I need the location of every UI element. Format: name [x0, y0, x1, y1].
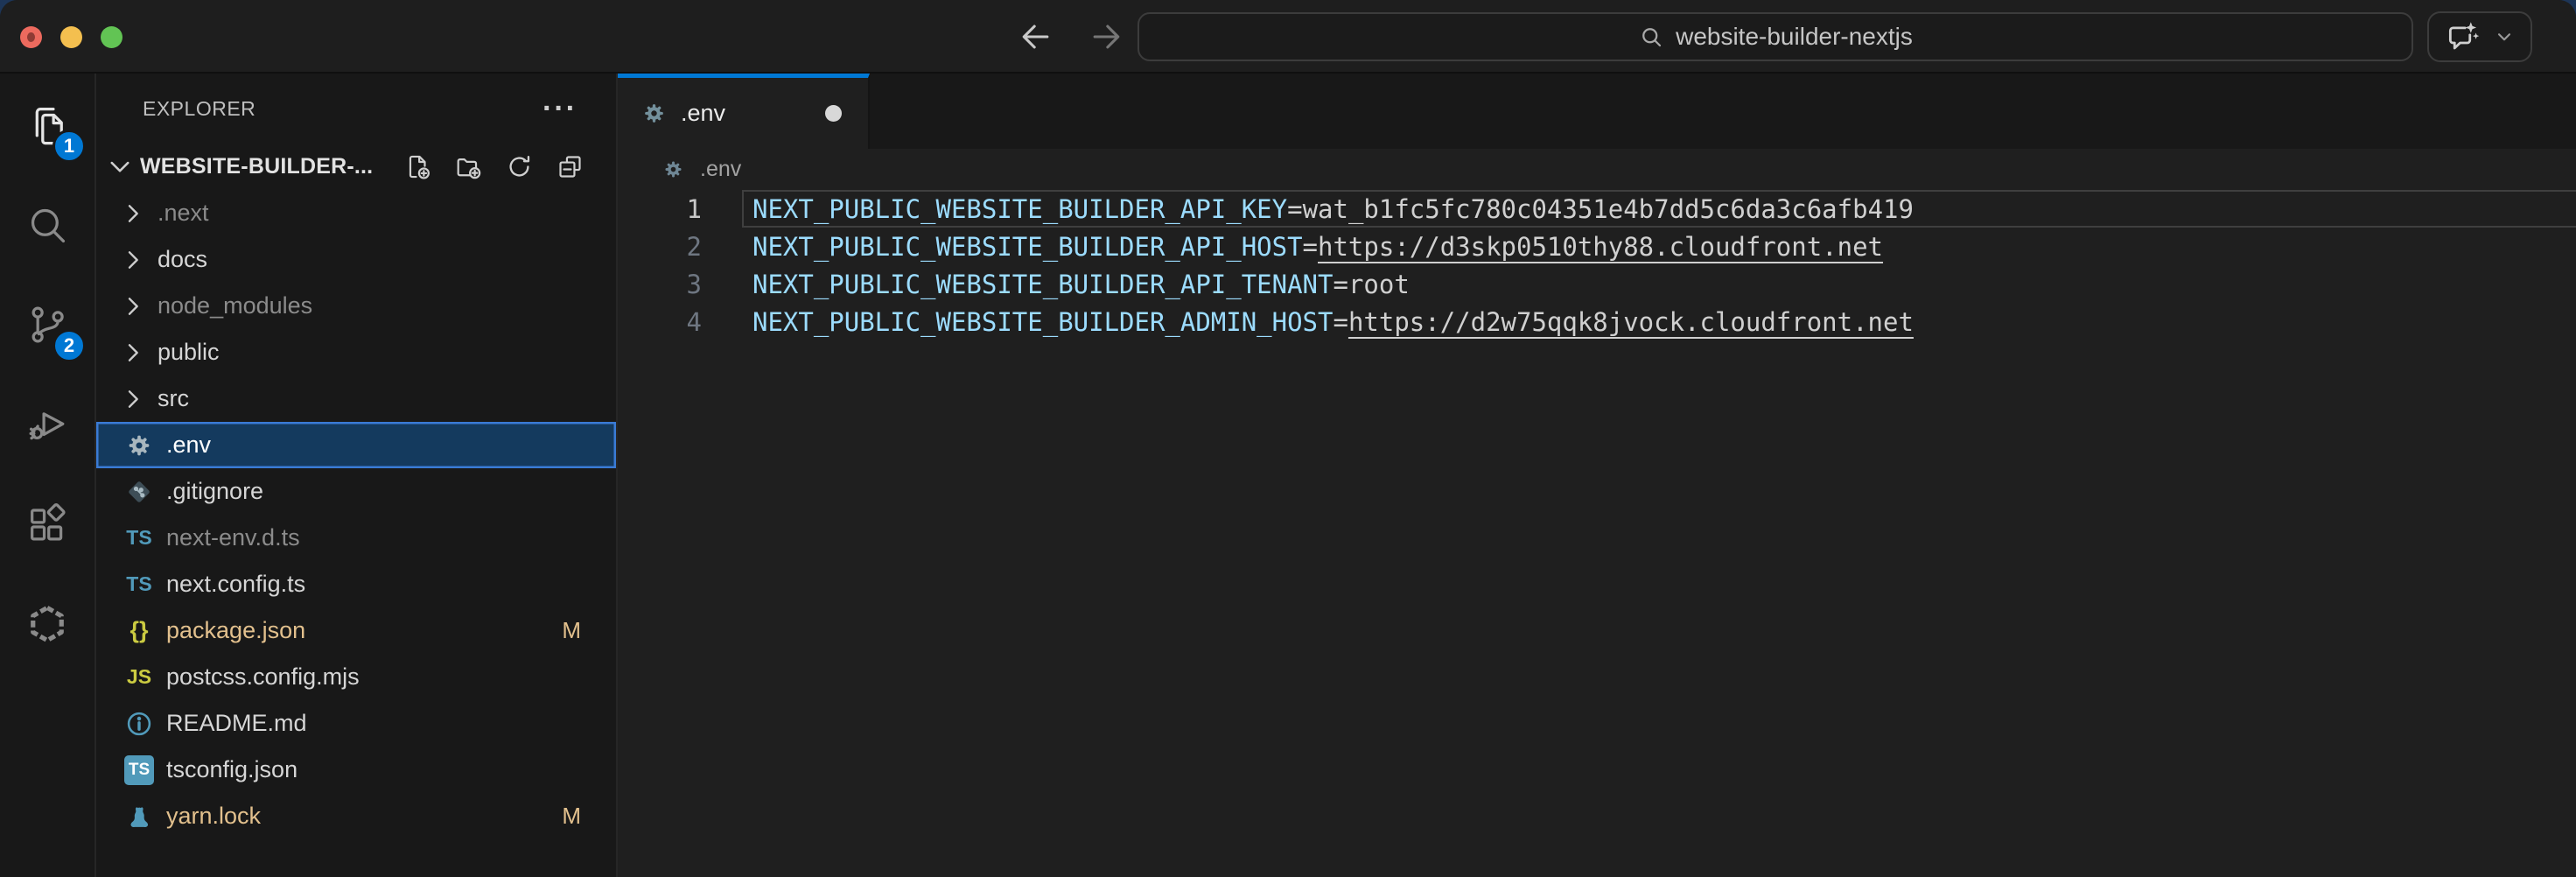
- tree-file-yarn-lock[interactable]: yarn.lock M: [96, 793, 616, 839]
- breadcrumb-item: .env: [700, 157, 741, 182]
- tree-folder-docs[interactable]: docs: [96, 236, 616, 283]
- copilot-menu-button[interactable]: [2427, 11, 2532, 62]
- collapse-all-icon[interactable]: [556, 152, 584, 181]
- debug-play-icon: [24, 402, 70, 447]
- minimize-button[interactable]: [60, 26, 82, 48]
- tree-file-readme-md[interactable]: README.md: [96, 700, 616, 747]
- activitybar-search[interactable]: [0, 175, 94, 275]
- search-input[interactable]: website-builder-nextjs: [1138, 12, 2413, 61]
- chevron-right-icon: [119, 339, 147, 367]
- git-modified-badge: M: [562, 617, 581, 644]
- magnifier-icon: [1638, 24, 1664, 50]
- refresh-icon[interactable]: [505, 152, 534, 181]
- close-button[interactable]: [20, 26, 42, 48]
- ts-square-icon: TS: [124, 755, 154, 785]
- tree-file-env[interactable]: .env: [96, 422, 616, 468]
- traffic-lights: [20, 0, 122, 74]
- more-actions-icon[interactable]: ···: [542, 100, 578, 117]
- explorer-sidebar: EXPLORER ··· WEBSITE-BUILDER-...: [96, 74, 618, 877]
- activitybar-extensions[interactable]: [0, 474, 94, 574]
- new-folder-icon[interactable]: [454, 152, 483, 181]
- search-icon: [24, 202, 70, 248]
- arrow-right-icon[interactable]: [1087, 18, 1125, 56]
- activitybar-hexagon-tool[interactable]: [0, 574, 94, 674]
- yarn-cat-icon: [124, 802, 154, 831]
- line-number: 3: [618, 265, 702, 303]
- code-editor[interactable]: 1 NEXT_PUBLIC_WEBSITE_BUILDER_API_KEY=wa…: [618, 190, 2576, 877]
- env-value: root: [1348, 270, 1410, 299]
- chevron-down-icon: [2493, 25, 2516, 48]
- git-diamond-icon: [124, 477, 154, 507]
- activitybar-run-debug[interactable]: [0, 375, 94, 474]
- workspace-section-header[interactable]: WEBSITE-BUILDER-...: [96, 144, 616, 190]
- code-line[interactable]: 3 NEXT_PUBLIC_WEBSITE_BUILDER_API_TENANT…: [618, 265, 2576, 303]
- explorer-badge: 1: [52, 130, 86, 163]
- activitybar-source-control[interactable]: 2: [0, 275, 94, 375]
- copilot-chat-icon: [2444, 18, 2481, 55]
- gear-icon: [662, 158, 685, 181]
- maximize-button[interactable]: [101, 26, 122, 48]
- line-number: 1: [618, 190, 702, 228]
- env-value-link[interactable]: https://d3skp0510thy88.cloudfront.net: [1318, 232, 1883, 262]
- new-file-icon[interactable]: [403, 152, 432, 181]
- chevron-down-icon: [105, 152, 135, 182]
- tree-folder-node-modules[interactable]: node_modules: [96, 283, 616, 329]
- tab-bar: .env: [618, 74, 2576, 149]
- breadcrumb[interactable]: .env: [618, 149, 2576, 190]
- chevron-right-icon: [119, 200, 147, 228]
- gear-icon: [124, 431, 154, 460]
- ts-letters-icon: TS: [126, 572, 151, 596]
- code-line[interactable]: 4 NEXT_PUBLIC_WEBSITE_BUILDER_ADMIN_HOST…: [618, 303, 2576, 340]
- info-circle-icon: [124, 709, 154, 739]
- workspace-name: WEBSITE-BUILDER-...: [140, 154, 373, 179]
- code-line[interactable]: 2 NEXT_PUBLIC_WEBSITE_BUILDER_API_HOST=h…: [618, 228, 2576, 265]
- git-modified-badge: M: [562, 803, 581, 830]
- history-nav: [1017, 0, 1125, 74]
- env-value-link[interactable]: https://d2w75qqk8jvock.cloudfront.net: [1348, 307, 1914, 337]
- tree-file-next-env-d-ts[interactable]: TS next-env.d.ts: [96, 515, 616, 561]
- chevron-right-icon: [119, 385, 147, 413]
- editor-area: .env .env 1 NEXT_PUBLIC_WEBSITE_BUILDER_…: [618, 74, 2576, 877]
- activity-bar: 1 2: [0, 74, 96, 877]
- vscode-window: website-builder-nextjs 1: [0, 0, 2576, 877]
- gear-icon: [640, 100, 668, 127]
- tree-file-gitignore[interactable]: .gitignore: [96, 468, 616, 515]
- tab-label: .env: [681, 100, 725, 127]
- chevron-right-icon: [119, 292, 147, 320]
- tree-file-package-json[interactable]: {} package.json M: [96, 607, 616, 654]
- tree-file-tsconfig-json[interactable]: TS tsconfig.json: [96, 747, 616, 793]
- env-value: wat_b1fc5fc780c04351e4b7dd5c6da3c6afb419: [1303, 194, 1914, 224]
- titlebar: website-builder-nextjs: [0, 0, 2576, 74]
- tree-folder-src[interactable]: src: [96, 375, 616, 422]
- search-value: website-builder-nextjs: [1676, 23, 1913, 51]
- activitybar-explorer[interactable]: 1: [0, 75, 94, 175]
- line-number: 2: [618, 228, 702, 265]
- tree-folder-next[interactable]: .next: [96, 190, 616, 236]
- env-key: NEXT_PUBLIC_WEBSITE_BUILDER_API_KEY: [752, 194, 1287, 224]
- env-key: NEXT_PUBLIC_WEBSITE_BUILDER_ADMIN_HOST: [752, 307, 1333, 337]
- chevron-right-icon: [119, 246, 147, 274]
- js-letters-icon: JS: [127, 665, 151, 689]
- env-key: NEXT_PUBLIC_WEBSITE_BUILDER_API_TENANT: [752, 270, 1333, 299]
- file-tree: .next docs node_modules public src: [96, 190, 616, 877]
- sidebar-title: EXPLORER: [143, 97, 256, 121]
- line-number: 4: [618, 303, 702, 340]
- json-braces-icon: {}: [130, 617, 148, 644]
- tree-folder-public[interactable]: public: [96, 329, 616, 375]
- modified-dot[interactable]: [825, 105, 842, 122]
- tree-file-next-config-ts[interactable]: TS next.config.ts: [96, 561, 616, 607]
- ts-letters-icon: TS: [126, 526, 151, 550]
- arrow-left-icon[interactable]: [1017, 18, 1055, 56]
- tree-file-postcss-config-mjs[interactable]: JS postcss.config.mjs: [96, 654, 616, 700]
- env-key: NEXT_PUBLIC_WEBSITE_BUILDER_API_HOST: [752, 232, 1303, 262]
- code-line[interactable]: 1 NEXT_PUBLIC_WEBSITE_BUILDER_API_KEY=wa…: [618, 190, 2576, 228]
- source-control-badge: 2: [52, 329, 86, 362]
- extensions-icon: [24, 502, 70, 547]
- tab-env[interactable]: .env: [618, 74, 870, 149]
- hexagon-icon: [24, 601, 70, 647]
